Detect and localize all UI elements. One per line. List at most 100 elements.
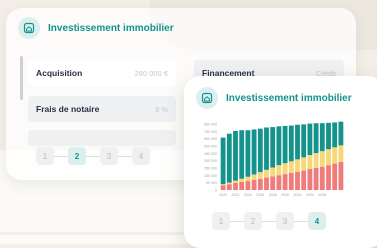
bar-segment (332, 163, 338, 190)
page-4-button[interactable]: 4 (132, 147, 150, 165)
bar-segment (288, 172, 294, 190)
y-tick-label: 550 000 (204, 145, 217, 149)
bar-segment (288, 125, 294, 162)
x-tick-label: 2032 (294, 193, 302, 197)
bar-segment (270, 127, 276, 168)
bar-segment (301, 157, 307, 171)
bar-segment (319, 123, 325, 152)
bar-segment (245, 176, 251, 182)
y-tick-label: 0 (215, 189, 217, 193)
page-separator (230, 220, 244, 222)
bar-segment (332, 122, 338, 148)
page-1-button[interactable]: 1 (212, 212, 230, 230)
next-row-partial (28, 130, 176, 146)
bar-segment (257, 172, 263, 179)
back-card-header: Investissement immobilier (6, 8, 356, 48)
stacked-bar-chart: 850 000 750 000 650 000 550 000 450 000 350 0… (204, 121, 344, 197)
front-card: Investissement immobilier 850 000 750 000… (184, 76, 377, 248)
bar-segment (338, 121, 344, 146)
house-icon (18, 17, 40, 39)
background-line (0, 232, 190, 235)
bar-segment (276, 175, 282, 190)
bar-segment (313, 153, 319, 168)
bar-segment (282, 174, 288, 190)
bar-segment (319, 151, 325, 167)
page-separator (86, 155, 100, 157)
x-tick-label: 2028 (269, 193, 277, 197)
bar-segment (338, 145, 344, 163)
bar-segment (270, 167, 276, 177)
bar-segment (326, 122, 331, 150)
front-card-title: Investissement immobilier (226, 92, 352, 104)
bar-segment (264, 127, 269, 170)
acquisition-value: 280 000 € (134, 68, 168, 78)
bar-segment (257, 128, 263, 173)
bar-segment (239, 130, 245, 179)
acquisition-row[interactable]: Acquisition 280 000 € (28, 60, 176, 86)
bar-segment (326, 149, 331, 166)
page-3-button[interactable]: 3 (276, 212, 294, 230)
page-3-button[interactable]: 3 (100, 147, 118, 165)
bar-segment (264, 169, 269, 178)
front-card-header: Investissement immobilier (184, 76, 377, 120)
bar-segment (251, 129, 257, 175)
y-tick-label: 250 000 (204, 167, 217, 171)
bar-segment (226, 133, 232, 183)
bar-segment (257, 178, 263, 190)
page-1-button[interactable]: 1 (36, 147, 54, 165)
page-separator (118, 155, 132, 157)
x-tick-label: 2024 (244, 193, 252, 197)
bar-segment (338, 162, 344, 190)
frais-notaire-label: Frais de notaire (36, 104, 100, 114)
frais-notaire-row[interactable]: Frais de notaire 8 % (28, 96, 176, 122)
bar-segment (301, 170, 307, 190)
scrollbar[interactable] (20, 56, 23, 100)
x-tick-label: 2036 (318, 193, 326, 197)
page-separator (262, 220, 276, 222)
house-icon (196, 87, 218, 109)
y-tick-label: 350 000 (204, 159, 217, 163)
y-tick-label: 50 000 (206, 181, 217, 185)
bar-segment (239, 178, 245, 182)
bar-segment (270, 176, 276, 190)
bar-segment (307, 169, 313, 190)
back-pager: 1 2 3 4 (36, 147, 150, 165)
page-2-button[interactable]: 2 (244, 212, 262, 230)
bar-segment (233, 130, 238, 181)
page-separator (294, 220, 308, 222)
x-tick-label: 2030 (281, 193, 289, 197)
bar-segment (233, 180, 238, 184)
bar-segment (288, 161, 294, 173)
x-tick-label: 2034 (306, 193, 314, 197)
bar-segment (319, 166, 325, 190)
bar-segment (295, 159, 300, 172)
bar-segment (307, 123, 313, 156)
page-2-button[interactable]: 2 (68, 147, 86, 165)
y-tick-label: 450 000 (204, 152, 217, 156)
bar-segment (251, 179, 257, 190)
y-tick-label: 750 000 (204, 130, 217, 134)
bar-segment (326, 165, 331, 190)
bar-segment (276, 165, 282, 176)
bar-segment (220, 137, 226, 185)
bar-segment (233, 183, 238, 190)
bar-segment (245, 130, 251, 177)
bar-segment (301, 124, 307, 158)
bar-segment (220, 184, 226, 186)
bar-segment (276, 126, 282, 166)
bar-segment (282, 125, 288, 164)
x-tick-label: 2020 (219, 193, 227, 197)
bar-segment (282, 163, 288, 175)
y-tick-label: 650 000 (204, 137, 217, 141)
x-tick-label: 2026 (256, 193, 264, 197)
x-tick-label: 2022 (232, 193, 240, 197)
bar-segment (307, 155, 313, 170)
bar-segment (220, 185, 226, 190)
front-pager: 1 2 3 4 (212, 212, 326, 230)
page-4-button[interactable]: 4 (308, 212, 326, 230)
bar-segment (226, 184, 232, 190)
bar-segment (295, 124, 300, 160)
bar-segment (251, 174, 257, 180)
bar-segment (332, 147, 338, 164)
bar-segment (264, 177, 269, 190)
